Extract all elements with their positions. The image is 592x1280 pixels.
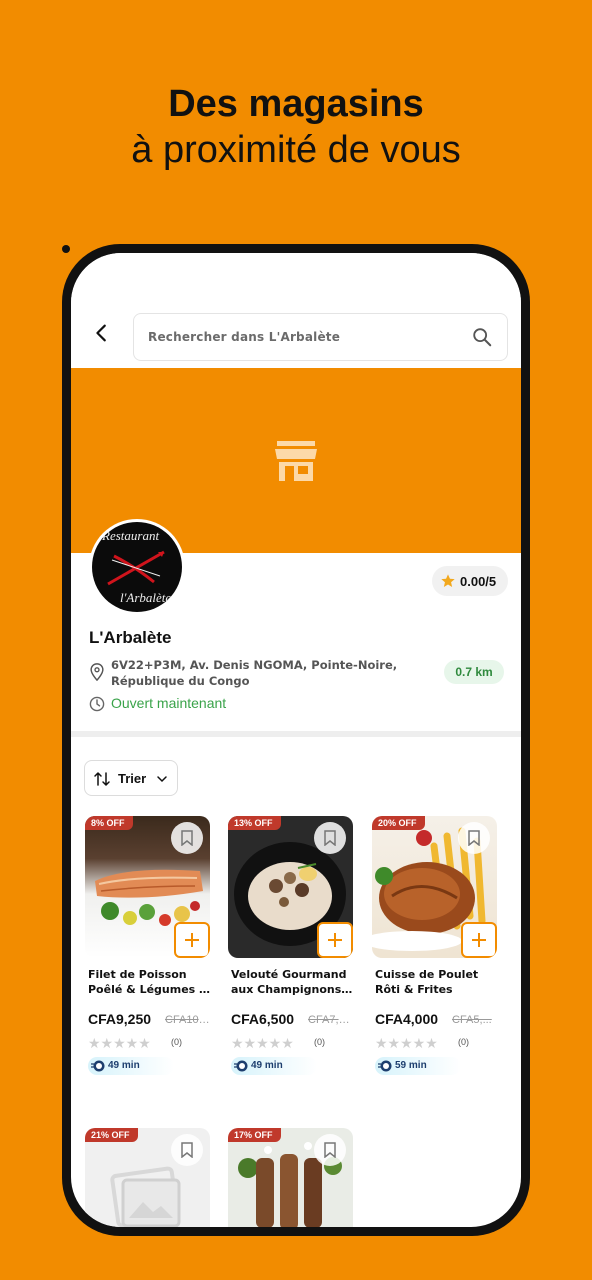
product-card[interactable]: 21% OFF — [85, 1128, 210, 1227]
delivery-time-value: 49 min — [251, 1060, 283, 1071]
store-icon — [275, 441, 317, 481]
delivery-icon — [91, 1060, 105, 1072]
product-image: 13% OFF — [228, 816, 353, 958]
bookmark-icon — [181, 1142, 193, 1158]
back-arrow-icon[interactable] — [91, 322, 113, 344]
product-name-line2: Poêlé & Légumes d... — [88, 983, 213, 996]
bookmark-button[interactable] — [458, 822, 490, 854]
star-icon — [441, 574, 455, 587]
chevron-down-icon — [157, 776, 167, 783]
product-name-line2: aux Champignons ... — [231, 983, 356, 996]
delivery-icon — [234, 1060, 248, 1072]
search-input[interactable]: Rechercher dans L'Arbalète — [133, 313, 508, 361]
rating-stars: ★★★★★ — [231, 1035, 294, 1051]
product-image: 8% OFF — [85, 816, 210, 958]
bookmark-button[interactable] — [171, 822, 203, 854]
delivery-time: 49 min — [231, 1057, 317, 1075]
search-placeholder: Rechercher dans L'Arbalète — [148, 330, 341, 344]
product-price: CFA4,000 — [375, 1011, 439, 1027]
product-name-line1: Filet de Poisson — [88, 968, 187, 981]
plus-icon — [472, 933, 486, 947]
product-image: 20% OFF — [372, 816, 497, 958]
product-old-price: CFA7,5... — [308, 1014, 353, 1026]
product-price: CFA6,500 — [231, 1011, 295, 1027]
bookmark-button[interactable] — [314, 1134, 346, 1166]
discount-badge: 21% OFF — [85, 1128, 138, 1142]
review-count: (0) — [171, 1037, 182, 1047]
crossbow-logo-icon — [107, 550, 165, 586]
sort-button[interactable]: Trier — [84, 760, 178, 796]
bookmark-icon — [468, 830, 480, 846]
plus-icon — [328, 933, 342, 947]
bookmark-button[interactable] — [314, 822, 346, 854]
location-pin-icon — [90, 663, 104, 681]
rating-value: 0.00/5 — [460, 574, 497, 589]
sort-label: Trier — [118, 771, 147, 786]
phone-screen: Rechercher dans L'Arbalète Restaurant l'… — [71, 253, 521, 1227]
headline-line2: à proximité de vous — [131, 129, 461, 171]
product-image: 21% OFF — [85, 1128, 210, 1227]
add-to-cart-button[interactable] — [461, 922, 497, 958]
image-placeholder-icon — [110, 1166, 181, 1227]
logo-text-top: Restaurant — [102, 528, 160, 543]
product-card[interactable]: 8% OFF Filet de Poisson Poêlé & Légumes … — [85, 816, 213, 1086]
clock-icon — [89, 696, 105, 712]
product-image: 17% OFF — [228, 1128, 353, 1227]
top-bar: Rechercher dans L'Arbalète — [71, 253, 521, 368]
bookmark-icon — [324, 830, 336, 846]
headline-line1: Des magasins — [168, 83, 424, 125]
discount-badge: 8% OFF — [85, 816, 133, 830]
product-old-price: CFA10,... — [165, 1014, 210, 1026]
product-card[interactable]: 17% OFF — [228, 1128, 353, 1227]
product-old-price: CFA5,... — [452, 1014, 492, 1026]
distance-badge: 0.7 km — [444, 660, 504, 684]
search-icon[interactable] — [471, 326, 493, 348]
discount-badge: 13% OFF — [228, 816, 281, 830]
rating-stars: ★★★★★ — [375, 1035, 438, 1051]
review-count: (0) — [314, 1037, 325, 1047]
delivery-time-value: 59 min — [395, 1060, 427, 1071]
review-count: (0) — [458, 1037, 469, 1047]
bookmark-button[interactable] — [171, 1134, 203, 1166]
promo-headline: Des magasins à proximité de vous — [0, 82, 592, 174]
section-divider — [71, 731, 521, 737]
product-card[interactable]: 13% OFF Velouté Gourmand aux Champignons… — [228, 816, 356, 1086]
rating-stars: ★★★★★ — [88, 1035, 151, 1051]
product-name-line2: Rôti & Frites — [375, 983, 453, 996]
bookmark-icon — [324, 1142, 336, 1158]
sort-arrows-icon — [94, 772, 110, 786]
store-logo: Restaurant l'Arbalète — [89, 519, 185, 615]
add-to-cart-button[interactable] — [317, 922, 353, 958]
product-name-line1: Cuisse de Poulet — [375, 968, 479, 981]
camera-dot — [62, 245, 70, 253]
product-price: CFA9,250 — [88, 1011, 152, 1027]
plus-icon — [185, 933, 199, 947]
phone-frame: Rechercher dans L'Arbalète Restaurant l'… — [62, 244, 530, 1236]
delivery-time: 49 min — [88, 1057, 174, 1075]
discount-badge: 20% OFF — [372, 816, 425, 830]
store-name: L'Arbalète — [89, 628, 172, 647]
open-status: Ouvert maintenant — [111, 695, 227, 711]
rating-badge: 0.00/5 — [432, 566, 508, 596]
product-card[interactable]: 20% OFF Cuisse de Poulet Rôti & Frites C… — [372, 816, 497, 1086]
discount-badge: 17% OFF — [228, 1128, 281, 1142]
store-address: 6V22+P3M, Av. Denis NGOMA, Pointe-Noire,… — [111, 658, 398, 688]
logo-text-bottom: l'Arbalète — [120, 590, 172, 605]
delivery-time-value: 49 min — [108, 1060, 140, 1071]
delivery-time: 59 min — [375, 1057, 461, 1075]
product-name-line1: Velouté Gourmand — [231, 968, 347, 981]
delivery-icon — [378, 1060, 392, 1072]
bookmark-icon — [181, 830, 193, 846]
add-to-cart-button[interactable] — [174, 922, 210, 958]
